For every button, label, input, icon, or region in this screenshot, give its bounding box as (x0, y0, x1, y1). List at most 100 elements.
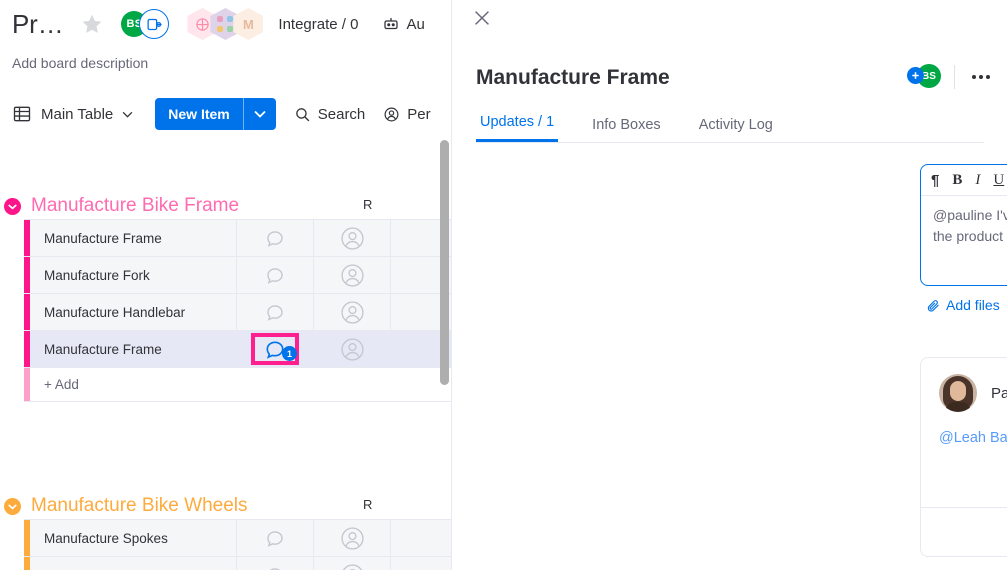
panel-tabs: Updates / 1 Info Boxes Activity Log (476, 108, 984, 143)
person-icon (340, 526, 364, 550)
person-icon (340, 226, 364, 250)
bold-icon[interactable]: B (952, 172, 962, 189)
group-collapse-icon[interactable] (4, 497, 21, 515)
person-icon (340, 300, 364, 324)
column-header-r[interactable]: R (363, 497, 372, 512)
draft-text[interactable]: @pauline I've just contacted the last po… (933, 205, 1007, 247)
group-header[interactable]: Manufacture Bike Frame R (0, 189, 451, 223)
updates-count-badge: 1 (282, 346, 297, 361)
avatar[interactable] (939, 374, 977, 412)
item-detail-panel: Manufacture Frame BS Updates / 1 Info Bo… (451, 0, 1007, 570)
more-options-icon[interactable] (968, 71, 994, 83)
row-updates-cell[interactable] (237, 294, 314, 330)
close-icon[interactable] (471, 7, 493, 29)
row-person-cell[interactable] (314, 557, 391, 570)
paragraph-icon[interactable]: ¶ (931, 172, 939, 189)
favorite-star-icon[interactable] (79, 11, 105, 37)
row-name[interactable]: Manufacture Frame (30, 331, 237, 367)
new-item-label: New Item (168, 106, 230, 122)
add-files-button[interactable]: Add files (926, 297, 1000, 313)
view-selector[interactable]: Main Table (12, 104, 133, 124)
underline-icon[interactable]: U (993, 172, 1004, 189)
chat-bubble-icon (267, 230, 283, 247)
integrate-button[interactable]: Integrate / 0 (278, 16, 358, 33)
search-icon (295, 107, 310, 121)
update-body: @Leah Bauman I will be happy to know wha… (921, 412, 1007, 449)
table-row[interactable]: Manufacture Handlebar (24, 294, 451, 331)
group-header[interactable]: Manufacture Bike Wheels R (0, 489, 451, 523)
row-name[interactable]: Manufacture Spokes (30, 520, 237, 556)
row-name[interactable]: Manufacture Frame (30, 220, 237, 256)
new-item-dropdown[interactable] (244, 98, 276, 130)
row-name[interactable]: Manufacture Handlebar (30, 294, 237, 330)
editor-toolbar: ¶ B I U S 123 (921, 165, 1007, 196)
group-collapse-icon[interactable] (4, 197, 21, 215)
like-button[interactable]: Like (921, 508, 1007, 556)
automate-label: Au (406, 15, 425, 33)
group-title[interactable]: Manufacture Bike Wheels (31, 495, 248, 517)
column-header-r[interactable]: R (363, 197, 372, 212)
board-description[interactable]: Add board description (12, 55, 148, 71)
table-row-selected[interactable]: Manufacture Frame 1 (24, 331, 451, 368)
board-title-row: Pr… BS M Integrate / 0 Au (0, 0, 451, 48)
row-person-cell[interactable] (314, 520, 391, 556)
panel-header-actions: BS (907, 64, 994, 90)
row-person-cell[interactable] (314, 257, 391, 293)
tab-activity-log[interactable]: Activity Log (695, 117, 777, 142)
row-updates-cell[interactable] (237, 557, 314, 570)
chat-bubble-icon (267, 530, 283, 547)
row-updates-cell[interactable] (237, 257, 314, 293)
table-row[interactable] (24, 557, 451, 570)
editor-input-area[interactable]: @pauline I've just contacted the last po… (921, 196, 1007, 261)
person-filter-button[interactable]: Per (383, 106, 431, 123)
gmail-integration-icon: M (233, 8, 264, 40)
chevron-down-icon (122, 111, 133, 118)
row-updates-cell[interactable] (237, 520, 314, 556)
item-subscribers[interactable]: BS (907, 64, 941, 90)
update-card: Pauline from monday 2d @Leah Bauman I wi… (920, 357, 1007, 557)
editor-actions: Add files GIF Emoji Mention Update (926, 289, 1007, 321)
board-toolbar: Main Table New Item Search Per (0, 93, 451, 135)
invite-members-icon[interactable] (139, 9, 170, 39)
row-name[interactable] (30, 557, 237, 570)
table-row[interactable]: Manufacture Spokes (24, 520, 451, 557)
person-icon (340, 337, 364, 361)
table-row[interactable]: Manufacture Fork (24, 257, 451, 294)
table-icon (13, 106, 31, 122)
tab-updates[interactable]: Updates / 1 (476, 114, 559, 142)
new-item-button[interactable]: New Item (155, 98, 276, 130)
board-pane: Pr… BS M Integrate / 0 Au Add board desc… (0, 0, 451, 570)
italic-icon[interactable]: I (975, 172, 980, 189)
mention-link[interactable]: @Leah Bauman (939, 430, 1007, 446)
search-button[interactable]: Search (294, 106, 365, 123)
group-manufacture-bike-wheels: Manufacture Bike Wheels R Manufacture Sp… (0, 489, 451, 570)
row-updates-cell-highlighted[interactable]: 1 (237, 331, 314, 367)
item-title: Manufacture Frame (476, 66, 670, 89)
table-row[interactable]: Manufacture Frame (24, 220, 451, 257)
person-icon (342, 563, 362, 570)
update-editor[interactable]: ¶ B I U S 123 (920, 164, 1007, 286)
person-icon (384, 107, 399, 121)
add-row-button[interactable]: + Add (24, 368, 451, 402)
group-title[interactable]: Manufacture Bike Frame (31, 195, 239, 217)
row-extra-cell[interactable] (391, 520, 451, 556)
row-person-cell[interactable] (314, 220, 391, 256)
row-updates-cell[interactable] (237, 220, 314, 256)
view-label: Main Table (41, 105, 114, 123)
add-subscriber-icon[interactable] (907, 67, 924, 84)
row-extra-cell[interactable] (391, 557, 451, 570)
board-vertical-scrollbar[interactable] (440, 140, 449, 385)
update-header: Pauline from monday 2d (921, 358, 1007, 412)
board-members: BS (121, 9, 170, 39)
integrations-icons[interactable]: M (187, 8, 264, 40)
tab-info-boxes[interactable]: Info Boxes (588, 117, 665, 142)
row-name[interactable]: Manufacture Fork (30, 257, 237, 293)
person-icon (340, 263, 364, 287)
row-person-cell[interactable] (314, 294, 391, 330)
chat-bubble-icon (267, 304, 283, 321)
row-person-cell[interactable] (314, 331, 391, 367)
automate-button[interactable]: Au (382, 15, 425, 33)
update-author: Pauline from monday (991, 384, 1007, 402)
update-footer: Like Reply (921, 507, 1007, 556)
chat-bubble-icon (267, 267, 283, 284)
